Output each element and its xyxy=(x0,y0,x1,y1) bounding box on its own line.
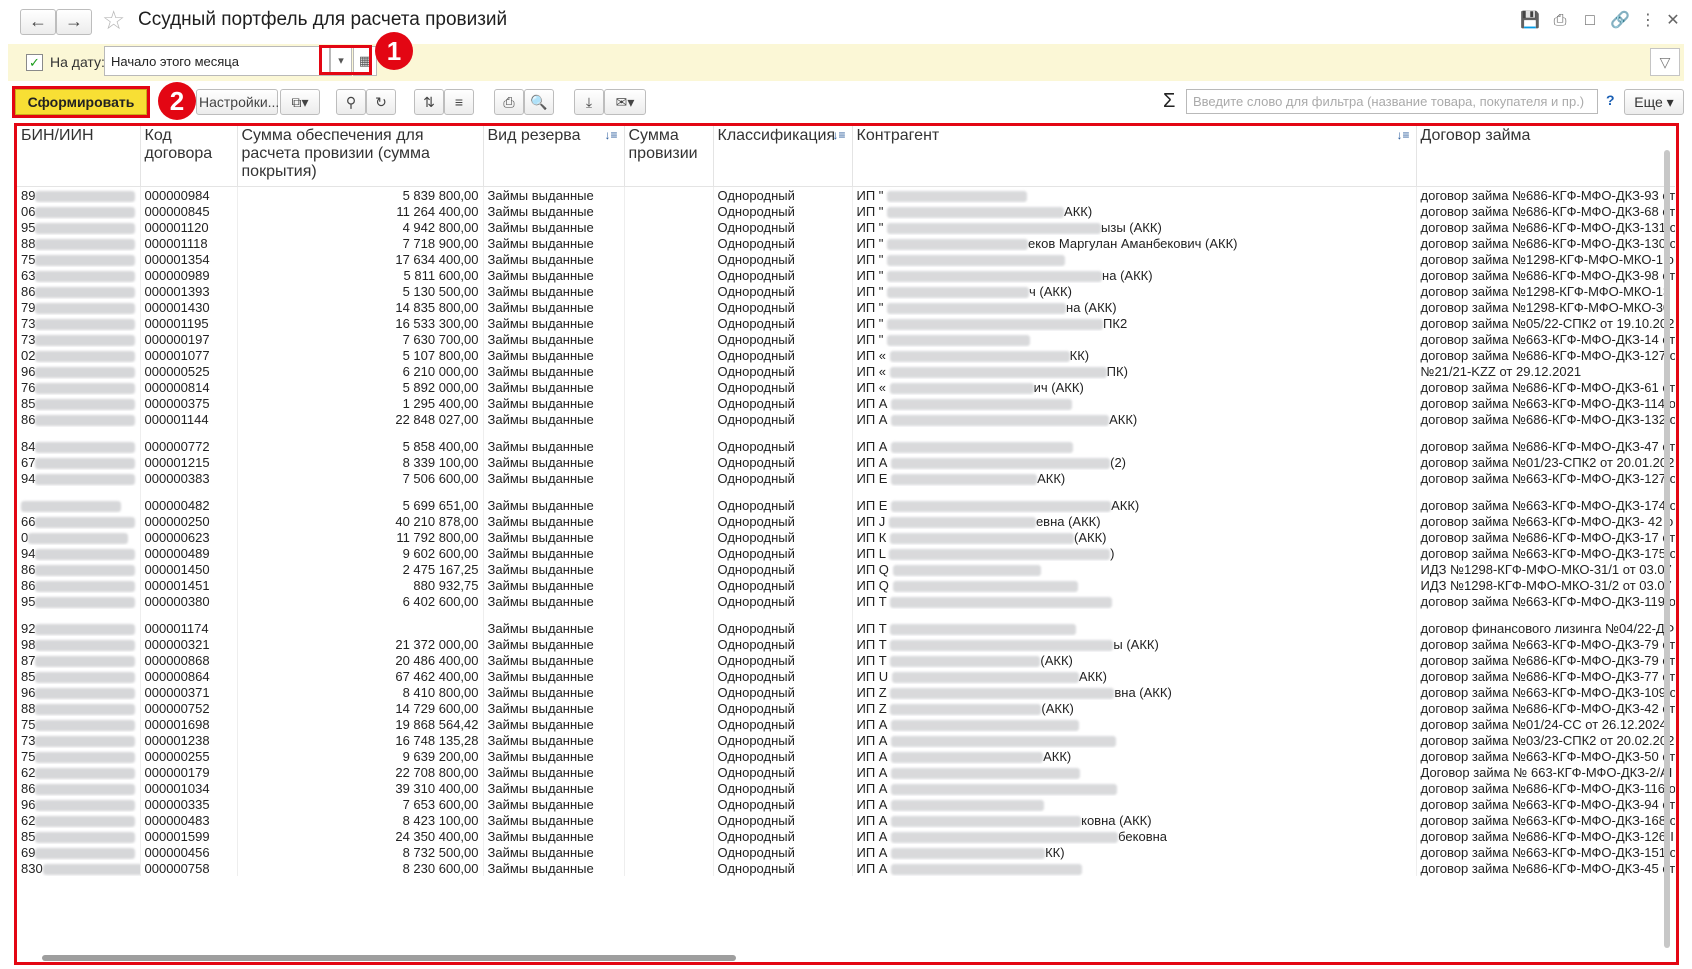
printer-icon: ⎙ xyxy=(503,94,515,110)
annotation-box-2 xyxy=(12,86,150,118)
print-preview-button[interactable]: 🔍 xyxy=(524,89,554,115)
print-icon[interactable]: ⎙ xyxy=(1549,10,1571,32)
sort-desc-button[interactable]: ≡ xyxy=(444,89,474,115)
search-input[interactable]: Введите слово для фильтра (название това… xyxy=(1186,89,1598,114)
search-icon: ⚲ xyxy=(345,94,357,110)
save-icon[interactable]: 💾 xyxy=(1519,10,1541,32)
annotation-badge-2: 2 xyxy=(158,82,196,120)
page-title: Ссудный портфель для расчета провизий xyxy=(138,9,508,30)
date-filter-checkbox[interactable]: ✓ xyxy=(26,54,43,71)
favorite-star-icon[interactable]: ☆ xyxy=(102,5,125,36)
help-button[interactable]: ? xyxy=(1606,92,1615,108)
date-label: На дату: xyxy=(50,54,105,70)
copy-icon: ⧉▾ xyxy=(291,94,309,110)
print-button[interactable]: ⎙ xyxy=(494,89,524,115)
arrow-right-icon: → xyxy=(65,11,83,31)
menu-dots-icon[interactable]: ⋮ xyxy=(1637,10,1659,32)
find-button[interactable]: ⚲ xyxy=(336,89,366,115)
mail-icon: ✉▾ xyxy=(615,94,635,110)
variants-button[interactable]: ⧉▾ xyxy=(280,89,320,115)
title-bar: ← → ☆ Ссудный портфель для расчета прови… xyxy=(0,0,1692,42)
sum-icon[interactable]: Σ xyxy=(1163,90,1175,113)
annotation-box-3 xyxy=(14,123,1679,965)
sort-asc-icon: ⇅ xyxy=(423,94,435,110)
preview-icon[interactable]: □ xyxy=(1579,10,1601,32)
annotation-box-1 xyxy=(319,45,372,75)
annotation-badge-1: 1 xyxy=(375,32,413,70)
settings-button[interactable]: Настройки... xyxy=(196,89,279,115)
link-icon[interactable]: 🔗 xyxy=(1609,10,1631,32)
filter-bar: ✓ На дату: Начало этого месяца ▾ ▦ xyxy=(8,44,1684,81)
date-input[interactable]: Начало этого месяца xyxy=(104,46,330,76)
find-next-button[interactable]: ↻ xyxy=(366,89,396,115)
sort-asc-button[interactable]: ⇅ xyxy=(414,89,444,115)
send-mail-button[interactable]: ✉▾ xyxy=(604,89,646,115)
vertical-scrollbar[interactable] xyxy=(1664,150,1670,948)
filter-funnel-button[interactable]: ▽ xyxy=(1650,48,1680,76)
close-icon[interactable]: ✕ xyxy=(1662,10,1684,32)
save-file-button[interactable]: ⤓ xyxy=(574,89,604,115)
back-button[interactable]: ← xyxy=(20,9,56,35)
sort-desc-icon: ≡ xyxy=(454,94,464,110)
preview-icon: 🔍 xyxy=(530,94,548,110)
forward-button[interactable]: → xyxy=(56,9,92,35)
find-replace-icon: ↻ xyxy=(375,94,387,110)
more-label: Еще xyxy=(1634,94,1663,110)
more-button[interactable]: Еще ▾ xyxy=(1624,89,1684,115)
arrow-left-icon: ← xyxy=(29,11,47,31)
horizontal-scrollbar[interactable] xyxy=(42,955,736,961)
download-icon: ⤓ xyxy=(585,94,593,110)
funnel-icon: ▽ xyxy=(1659,54,1671,70)
